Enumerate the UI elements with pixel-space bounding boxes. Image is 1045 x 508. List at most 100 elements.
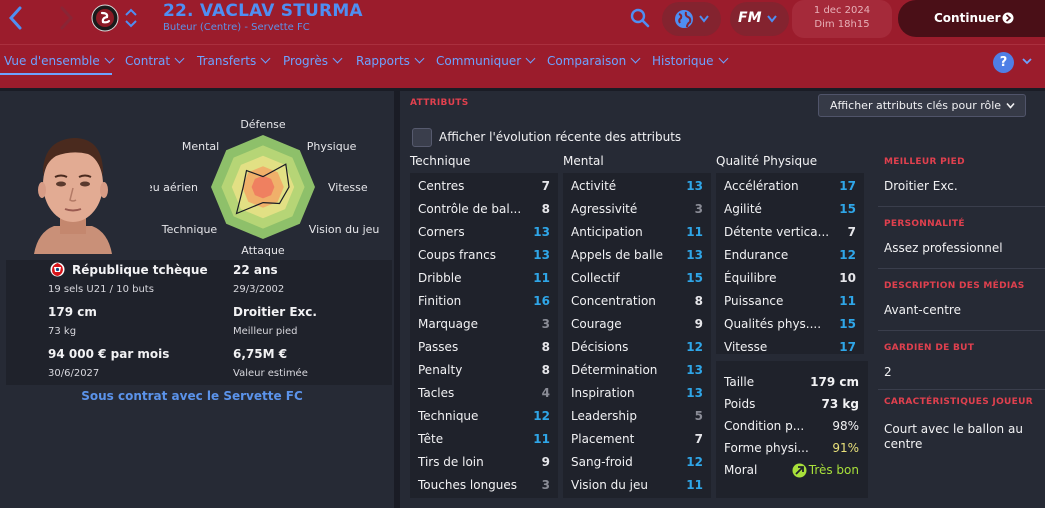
attribute-row[interactable]: Anticipation 11 [563, 221, 711, 244]
attribute-row[interactable]: Marquage 3 [410, 313, 558, 336]
attribute-row[interactable]: Détermination 13 [563, 359, 711, 382]
attribute-row[interactable]: Passes 8 [410, 336, 558, 359]
attribute-name: Équilibre [724, 271, 777, 285]
attribute-row[interactable]: Concentration 8 [563, 290, 711, 313]
evolution-checkbox[interactable] [412, 128, 432, 147]
tab-reports[interactable]: Rapports [356, 53, 425, 68]
chevron-down-icon [414, 53, 425, 64]
technique-header: Technique [410, 154, 471, 168]
fm-menu-button[interactable]: FM [730, 2, 789, 36]
foot-value: Droitier Exc. [233, 305, 317, 319]
goalkeeper-value: 2 [884, 365, 892, 379]
attribute-value: 7 [847, 225, 856, 239]
attribute-row[interactable]: Courage 9 [563, 313, 711, 336]
attribute-row[interactable]: Collectif 15 [563, 267, 711, 290]
attribute-row[interactable]: Appels de balle 13 [563, 244, 711, 267]
dropdown-label: Afficher attributs clés pour rôle [830, 99, 1002, 112]
morale-row[interactable]: Moral Très bon [716, 459, 868, 481]
radar-label: Attaque [241, 244, 285, 257]
attribute-row[interactable]: Endurance 12 [716, 244, 864, 267]
player-name-title: 22. VACLAV STURMA [163, 1, 363, 21]
day-time-text: Dim 18h15 [814, 19, 870, 30]
attribute-value: 12 [839, 248, 856, 262]
attribute-name: Touches longues [418, 478, 518, 492]
player-switch-icon[interactable] [124, 3, 138, 33]
player-traits-heading: CARACTÉRISTIQUES JOUEUR [884, 397, 1033, 407]
attribute-value: 16 [533, 294, 550, 308]
attribute-name: Appels de balle [571, 248, 664, 262]
continue-button[interactable]: Continuer [898, 0, 1045, 37]
attribute-row[interactable]: Tacles 4 [410, 382, 558, 405]
divider [878, 330, 1045, 331]
attribute-row[interactable]: Coups francs 13 [410, 244, 558, 267]
attribute-row[interactable]: Agressivité 3 [563, 198, 711, 221]
player-tabs: Vue d'ensemble Contrat Transferts Progrè… [0, 53, 990, 74]
morale-arrow-icon [792, 463, 807, 478]
attribute-row[interactable]: Vision du jeu 11 [563, 474, 711, 497]
attribute-value: 13 [686, 179, 703, 193]
attribute-row[interactable]: Accélération 17 [716, 175, 864, 198]
tab-communicate[interactable]: Communiquer [436, 53, 536, 68]
game-date[interactable]: 1 dec 2024 Dim 18h15 [792, 0, 892, 38]
attribute-row[interactable]: Centres 7 [410, 175, 558, 198]
attribute-row[interactable]: Contrôle de bal... 8 [410, 198, 558, 221]
attribute-row[interactable]: Corners 13 [410, 221, 558, 244]
nationality-value[interactable]: République tchèque [72, 263, 208, 277]
attribute-row[interactable]: Inspiration 13 [563, 382, 711, 405]
attribute-row[interactable]: Vitesse 17 [716, 336, 864, 359]
attribute-name: Accélération [724, 179, 799, 193]
attribute-row[interactable]: Équilibre 10 [716, 267, 864, 290]
chevron-down-icon [525, 53, 536, 64]
height-value: 179 cm [48, 305, 97, 319]
attribute-row: Forme physi... 91% [724, 441, 859, 455]
chevron-down-icon [630, 53, 641, 64]
attribute-name: Anticipation [571, 225, 643, 239]
help-button[interactable]: ? [993, 52, 1014, 73]
attribute-row[interactable]: Leadership 5 [563, 405, 711, 428]
attribute-row[interactable]: Tête 11 [410, 428, 558, 451]
radar-label: Vision du jeu [309, 223, 380, 236]
attribute-name: Agilité [724, 202, 762, 216]
attribute-value: 7 [694, 432, 703, 446]
tab-contract[interactable]: Contrat [125, 53, 185, 68]
attribute-value: 11 [686, 225, 703, 239]
attribute-row[interactable]: Tirs de loin 9 [410, 451, 558, 474]
club-crest-icon[interactable] [91, 4, 119, 32]
attribute-row[interactable]: Décisions 12 [563, 336, 711, 359]
attribute-value: 13 [533, 248, 550, 262]
attribute-name: Coups francs [418, 248, 496, 262]
attribute-value: 10 [839, 271, 856, 285]
attribute-row[interactable]: Détente vertica... 7 [716, 221, 864, 244]
radar-label: Technique [161, 223, 218, 236]
tab-overview[interactable]: Vue d'ensemble [4, 53, 115, 68]
attribute-name: Marquage [418, 317, 479, 331]
attribute-row[interactable]: Sang-froid 12 [563, 451, 711, 474]
evolution-checkbox-label[interactable]: Afficher l'évolution récente des attribu… [439, 130, 681, 144]
attribute-value: 4 [541, 386, 550, 400]
goalkeeper-heading: GARDIEN DE BUT [884, 343, 975, 353]
back-arrow-icon[interactable] [5, 3, 27, 33]
tab-progress[interactable]: Progrès [283, 53, 343, 68]
attribute-row[interactable]: Agilité 15 [716, 198, 864, 221]
attribute-view-dropdown[interactable]: Afficher attributs clés pour rôle [818, 94, 1026, 117]
forward-arrow-icon[interactable] [55, 3, 77, 33]
attribute-row[interactable]: Activité 13 [563, 175, 711, 198]
world-menu-button[interactable] [662, 2, 721, 36]
attribute-row[interactable]: Finition 16 [410, 290, 558, 313]
chevron-down-icon[interactable] [1021, 55, 1033, 67]
attribute-value: 11 [533, 271, 550, 285]
tab-history[interactable]: Historique [652, 53, 728, 68]
attribute-row[interactable]: Touches longues 3 [410, 474, 558, 497]
globe-icon [675, 10, 693, 28]
attribute-row[interactable]: Puissance 11 [716, 290, 864, 313]
attribute-row[interactable]: Penalty 8 [410, 359, 558, 382]
tab-comparison[interactable]: Comparaison [547, 53, 641, 68]
attribute-row[interactable]: Qualités phys.... 15 [716, 313, 864, 336]
attribute-row[interactable]: Dribble 11 [410, 267, 558, 290]
tab-transfers[interactable]: Transferts [197, 53, 271, 68]
contract-status-link[interactable]: Sous contrat avec le Servette FC [6, 389, 378, 403]
attribute-row[interactable]: Placement 7 [563, 428, 711, 451]
search-icon[interactable] [630, 8, 650, 28]
attribute-row[interactable]: Technique 12 [410, 405, 558, 428]
attribute-value: 9 [694, 317, 703, 331]
